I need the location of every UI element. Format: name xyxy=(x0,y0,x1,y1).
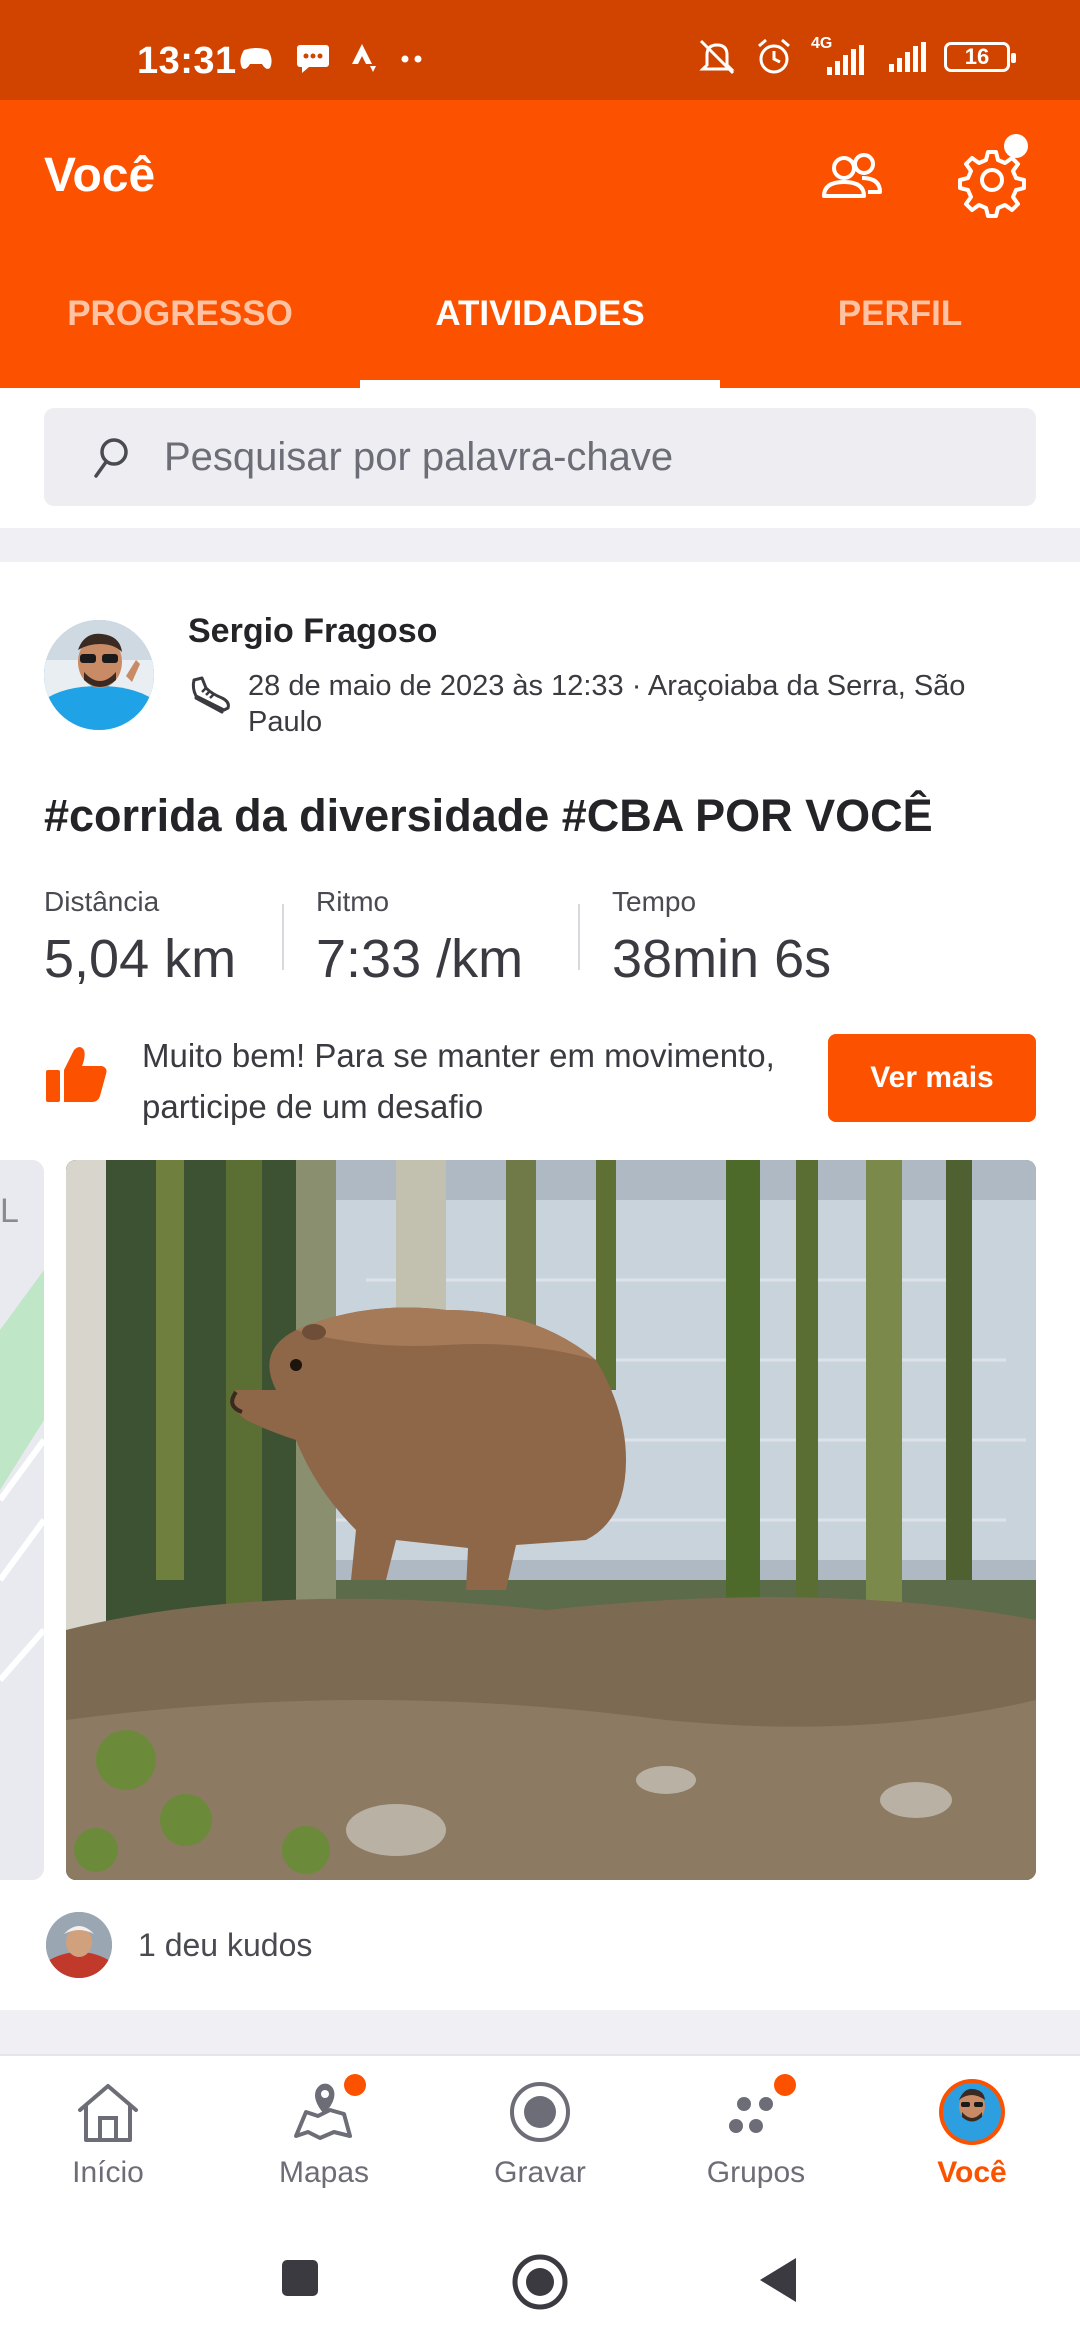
nav-voce[interactable]: Você xyxy=(864,2056,1080,2204)
groups-notification-badge xyxy=(774,2074,796,2096)
nav-label: Início xyxy=(72,2156,144,2189)
battery-indicator: 16 xyxy=(944,42,1016,72)
kudos-count[interactable]: 1 deu kudos xyxy=(138,1927,312,1964)
silent-icon xyxy=(699,39,735,75)
ver-mais-button[interactable]: Ver mais xyxy=(828,1034,1036,1122)
active-tab-indicator xyxy=(360,380,720,388)
running-shoe-icon xyxy=(191,676,230,714)
tab-bar: PROGRESSO ATIVIDADES PERFIL xyxy=(0,276,1080,388)
nav-label: Mapas xyxy=(278,2156,370,2189)
nav-gravar[interactable]: Gravar xyxy=(432,2056,648,2204)
stat-value: 5,04 km xyxy=(44,929,237,989)
system-navigation-bar xyxy=(0,2204,1080,2340)
strava-icon xyxy=(352,44,376,72)
activity-photo[interactable] xyxy=(66,1160,1036,1880)
nav-mapas[interactable]: Mapas xyxy=(216,2056,432,2204)
signal-icon xyxy=(889,42,926,72)
app-header: Você PROGRESSO ATIVIDADES PERFIL xyxy=(0,100,1080,388)
recents-icon[interactable] xyxy=(278,2256,322,2300)
athlete-name[interactable]: Sergio Fragoso xyxy=(188,612,437,651)
signal-4g: 4G xyxy=(811,35,871,75)
friends-icon[interactable] xyxy=(812,138,892,218)
stat-divider xyxy=(578,904,580,970)
home-button-icon[interactable] xyxy=(510,2252,570,2312)
page-title: Você xyxy=(44,149,156,202)
tab-progresso[interactable]: PROGRESSO xyxy=(0,276,360,398)
status-time: 13:31 xyxy=(137,40,237,82)
profile-avatar xyxy=(939,2079,1005,2145)
nav-grupos[interactable]: Grupos xyxy=(648,2056,864,2204)
search-input[interactable] xyxy=(164,408,1004,506)
stat-value: 38min 6s xyxy=(612,929,832,989)
bottom-navigation: Início Mapas Gravar Grupos Você xyxy=(0,2054,1080,2204)
kudos-giver-avatar[interactable] xyxy=(46,1912,112,1978)
route-map-thumbnail[interactable]: L xyxy=(0,1160,44,1880)
message-icon xyxy=(297,45,329,73)
search-icon xyxy=(94,438,128,478)
athlete-avatar[interactable] xyxy=(44,620,154,730)
section-divider xyxy=(0,2010,1080,2054)
more-dots-icon xyxy=(401,55,422,63)
status-bar: 13:31 4G 16 xyxy=(0,0,1080,100)
stat-value: 7:33 /km xyxy=(316,929,524,989)
activity-meta: 28 de maio de 2023 às 12:33 · Araçoiaba … xyxy=(248,670,966,738)
thumbs-up-icon xyxy=(46,1047,107,1102)
tab-perfil[interactable]: PERFIL xyxy=(720,276,1080,398)
nav-label: Grupos xyxy=(706,2156,806,2189)
gamepad-icon xyxy=(240,48,272,69)
nav-inicio[interactable]: Início xyxy=(0,2056,216,2204)
stat-label: Distância xyxy=(44,886,160,917)
section-divider xyxy=(0,528,1080,562)
back-icon[interactable] xyxy=(756,2254,800,2306)
home-icon xyxy=(78,2084,138,2142)
stat-distance: Distância 5,04 km xyxy=(44,886,236,990)
svg-text:L: L xyxy=(0,1192,19,1230)
stat-label: Tempo xyxy=(612,886,697,917)
map-notification-badge xyxy=(344,2074,366,2096)
challenge-prompt: Muito bem! Para se manter em movimento, … xyxy=(142,1037,775,1125)
record-icon xyxy=(510,2082,570,2142)
stat-time: Tempo 38min 6s xyxy=(612,886,831,990)
nav-label: Você xyxy=(937,2156,1007,2189)
alarm-icon xyxy=(758,38,790,74)
stat-divider xyxy=(282,904,284,970)
activity-title[interactable]: #corrida da diversidade #CBA POR VOCÊ xyxy=(44,790,933,842)
nav-label: Gravar xyxy=(494,2156,586,2189)
search-bar[interactable] xyxy=(44,408,1036,506)
stat-pace: Ritmo 7:33 /km xyxy=(316,886,523,990)
settings-notification-dot xyxy=(1004,134,1028,158)
stat-label: Ritmo xyxy=(316,886,390,917)
